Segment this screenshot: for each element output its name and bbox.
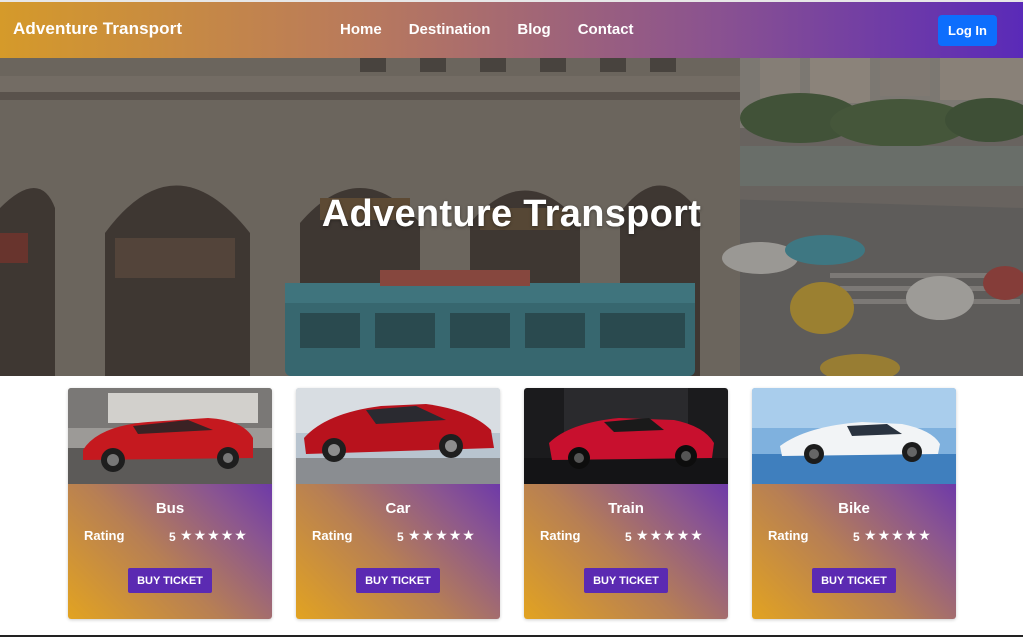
- star-icon: ★: [448, 527, 462, 543]
- red-sedan-car-image: [296, 388, 500, 484]
- card-image: [68, 388, 272, 484]
- brand-logo-text[interactable]: Adventure Transport: [13, 19, 182, 39]
- star-icon: ★: [676, 527, 690, 543]
- star-icon: ★: [207, 527, 220, 543]
- card-image: [524, 388, 728, 484]
- star-icon: ★: [234, 527, 247, 543]
- star-icon: ★: [193, 527, 207, 543]
- nav-link-contact[interactable]: Contact: [578, 21, 634, 38]
- transport-card-bus: Bus Rating 5 ★ ★ ★ ★ ★ BUY TICKET: [68, 388, 272, 619]
- star-icon: ★: [663, 527, 676, 543]
- rating-stars: ★ ★ ★ ★ ★: [180, 527, 247, 543]
- card-title: Bike: [838, 500, 870, 517]
- rating-value: 5: [625, 530, 632, 544]
- nav-links: Home Destination Blog Contact: [340, 21, 634, 38]
- transport-card-car: Car Rating 5 ★ ★ ★ ★ ★ BUY TICKET: [296, 388, 500, 619]
- card-body: Car Rating 5 ★ ★ ★ ★ ★ BUY TICKET: [296, 484, 500, 619]
- navbar: Adventure Transport Home Destination Blo…: [0, 2, 1023, 58]
- white-supercar-image: [752, 388, 956, 484]
- rating-label: Rating: [84, 528, 125, 543]
- card-body: Bus Rating 5 ★ ★ ★ ★ ★ BUY TICKET: [68, 484, 272, 619]
- rating-value: 5: [853, 530, 860, 544]
- star-icon: ★: [904, 527, 918, 543]
- transport-card-bike: Bike Rating 5 ★ ★ ★ ★ ★ BUY TICKET: [752, 388, 956, 619]
- login-button[interactable]: Log In: [938, 15, 997, 46]
- rating-label: Rating: [540, 528, 581, 543]
- star-icon: ★: [891, 527, 904, 543]
- star-icon: ★: [918, 527, 931, 543]
- card-body: Bike Rating 5 ★ ★ ★ ★ ★ BUY TICKET: [752, 484, 956, 619]
- buy-ticket-button[interactable]: BUY TICKET: [356, 568, 440, 593]
- page-bottom-border: [0, 635, 1023, 637]
- rating-value: 5: [397, 530, 404, 544]
- nav-link-home[interactable]: Home: [340, 21, 382, 38]
- hero-title: Adventure Transport: [321, 193, 702, 235]
- star-icon: ★: [877, 527, 891, 543]
- star-icon: ★: [690, 527, 703, 543]
- red-mustang-car-image: [68, 388, 272, 484]
- rating-value: 5: [169, 530, 176, 544]
- star-icon: ★: [636, 527, 649, 543]
- rating-stars: ★ ★ ★ ★ ★: [408, 527, 475, 543]
- star-icon: ★: [220, 527, 234, 543]
- nav-link-blog[interactable]: Blog: [517, 21, 550, 38]
- buy-ticket-button[interactable]: BUY TICKET: [128, 568, 212, 593]
- card-title: Bus: [155, 500, 185, 517]
- card-body: Train Rating 5 ★ ★ ★ ★ ★ BUY TICKET: [524, 484, 728, 619]
- card-image: [296, 388, 500, 484]
- card-title: Train: [608, 500, 644, 517]
- hero-banner: Adventure Transport: [0, 58, 1023, 376]
- nav-link-destination[interactable]: Destination: [409, 21, 491, 38]
- buy-ticket-button[interactable]: BUY TICKET: [812, 568, 896, 593]
- rating-stars: ★ ★ ★ ★ ★: [864, 527, 931, 543]
- transport-card-train: Train Rating 5 ★ ★ ★ ★ ★ BUY TICKET: [524, 388, 728, 619]
- star-icon: ★: [462, 527, 475, 543]
- card-title: Car: [385, 500, 411, 517]
- card-image: [752, 388, 956, 484]
- star-icon: ★: [408, 527, 421, 543]
- red-sports-car-image: [524, 388, 728, 484]
- buy-ticket-button[interactable]: BUY TICKET: [584, 568, 668, 593]
- rating-stars: ★ ★ ★ ★ ★: [636, 527, 703, 543]
- rating-label: Rating: [768, 528, 809, 543]
- star-icon: ★: [421, 527, 435, 543]
- star-icon: ★: [864, 527, 877, 543]
- star-icon: ★: [435, 527, 448, 543]
- star-icon: ★: [180, 527, 193, 543]
- star-icon: ★: [649, 527, 663, 543]
- rating-label: Rating: [312, 528, 353, 543]
